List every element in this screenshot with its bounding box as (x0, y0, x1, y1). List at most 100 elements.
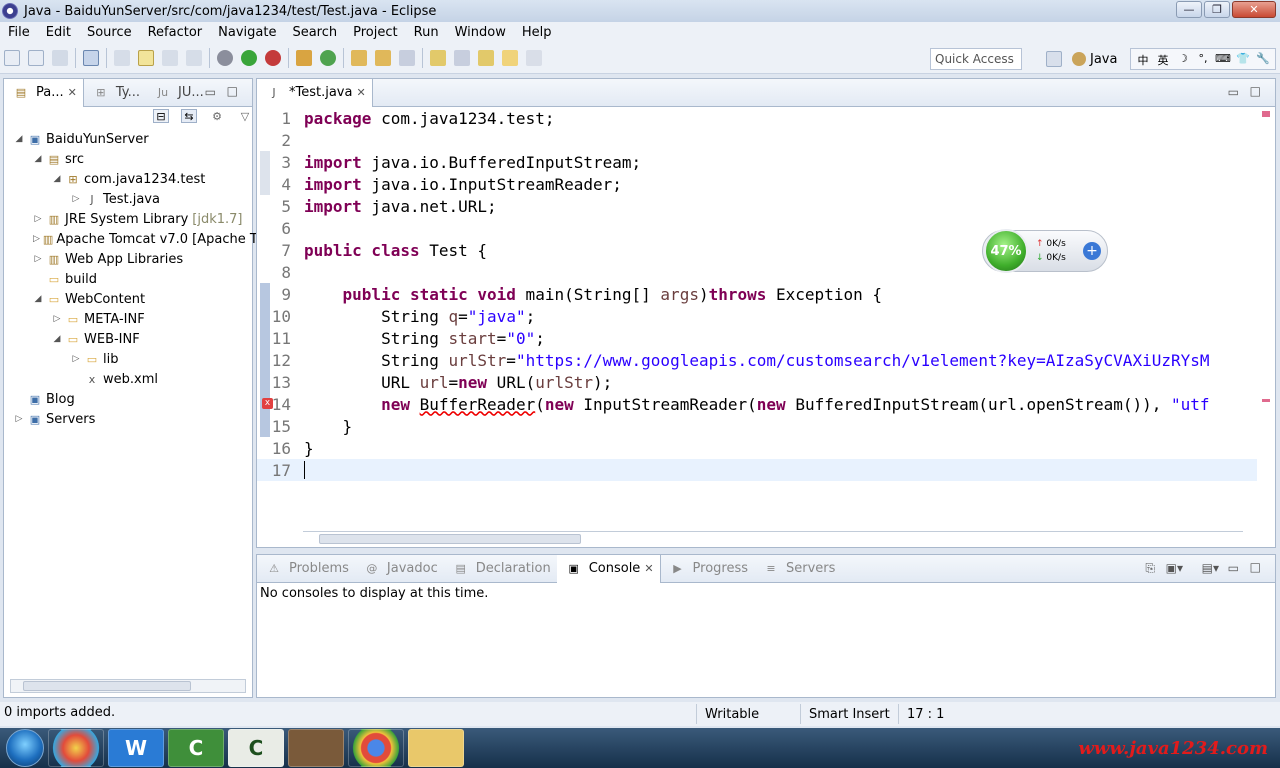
code-line[interactable]: 4 import java.io.InputStreamReader; (257, 173, 1257, 195)
show-whitespace-icon[interactable] (186, 49, 202, 66)
fold-marker[interactable] (260, 327, 270, 349)
collapsed-arrow-icon[interactable]: ▷ (71, 194, 81, 204)
error-icon[interactable]: x (262, 398, 273, 409)
code-line[interactable]: x 14 new BufferReader(new InputStreamRead… (257, 393, 1257, 415)
new-java-project-icon[interactable] (296, 49, 312, 66)
view-menu-icon[interactable]: ▽ (237, 109, 253, 123)
start-button[interactable] (6, 729, 44, 767)
scroll-thumb[interactable] (23, 681, 191, 691)
menu-project[interactable]: Project (345, 25, 405, 40)
tree-item[interactable]: ◢ ▭ WEB-INF (4, 329, 252, 349)
tree-item[interactable]: ▣ Blog (4, 389, 252, 409)
menu-run[interactable]: Run (406, 25, 447, 40)
open-type-icon[interactable] (351, 49, 367, 66)
collapse-all-icon[interactable]: ⊟ (153, 109, 169, 123)
pin-console-icon[interactable]: ⎘ (1145, 561, 1155, 576)
minimize-view-icon[interactable]: ▭ (1228, 85, 1239, 99)
code-line[interactable]: 8 (257, 261, 1257, 283)
tree-item[interactable]: ▭ build (4, 269, 252, 289)
ime-keyboard-icon[interactable]: ⌨ (1215, 52, 1231, 66)
menu-edit[interactable]: Edit (38, 25, 79, 40)
code-line[interactable]: 6 (257, 217, 1257, 239)
collapsed-arrow-icon[interactable]: ▷ (52, 314, 62, 324)
open-console-dropdown-icon[interactable]: ▤▾ (1202, 561, 1219, 575)
code-line[interactable]: 2 (257, 129, 1257, 151)
ime-punct-icon[interactable]: °, (1195, 52, 1211, 66)
collapsed-arrow-icon[interactable]: ▷ (33, 234, 40, 244)
code-line[interactable]: 3 import java.io.BufferedInputStream; (257, 151, 1257, 173)
tree-item[interactable]: ▷ ▥ Web App Libraries (4, 249, 252, 269)
tree-item[interactable]: x web.xml (4, 369, 252, 389)
expanded-arrow-icon[interactable]: ◢ (52, 334, 62, 344)
ime-chinese-icon[interactable]: 中 (1135, 52, 1151, 67)
ime-english-icon[interactable]: 英 (1155, 52, 1171, 67)
save-icon[interactable] (28, 49, 44, 66)
close-tab-icon[interactable]: ✕ (644, 562, 653, 575)
collapsed-arrow-icon[interactable]: ▷ (14, 414, 24, 424)
block-selection-icon[interactable] (162, 49, 178, 66)
tree-item[interactable]: ▷ ▥ Apache Tomcat v7.0 [Apache To (4, 229, 264, 249)
scroll-thumb[interactable] (319, 534, 581, 544)
ime-moon-icon[interactable]: ☽ (1175, 52, 1191, 66)
media-player-icon[interactable] (48, 729, 104, 767)
tree-item[interactable]: ◢ ▤ src (4, 149, 252, 169)
tree-item[interactable]: ▷ ▭ lib (4, 349, 252, 369)
fold-marker[interactable] (260, 173, 270, 195)
menu-navigate[interactable]: Navigate (210, 25, 284, 40)
maximize-view-icon[interactable]: □ (227, 84, 238, 98)
tab-package-explorer[interactable]: ▤ Pa... ✕ (4, 78, 84, 107)
code-line[interactable]: 16} (257, 437, 1257, 459)
forward-arrow-icon[interactable] (526, 49, 542, 66)
menu-window[interactable]: Window (447, 25, 514, 40)
word-app-button[interactable]: W (108, 729, 164, 767)
error-marker-overview[interactable] (1262, 399, 1270, 402)
ime-skin-icon[interactable]: 👕 (1235, 52, 1251, 66)
code-line[interactable]: 17 (257, 459, 1257, 481)
minimize-button[interactable]: — (1176, 1, 1202, 18)
fold-marker[interactable] (260, 415, 270, 437)
fold-marker[interactable] (260, 371, 270, 393)
debug-icon[interactable] (217, 49, 233, 66)
new-icon[interactable] (4, 49, 20, 66)
expanded-arrow-icon[interactable]: ◢ (14, 134, 24, 144)
new-class-icon[interactable] (320, 49, 336, 66)
fold-marker[interactable] (260, 305, 270, 327)
fold-marker[interactable] (260, 283, 270, 305)
tab-test-java[interactable]: J *Test.java ✕ (257, 78, 373, 107)
tab-progress[interactable]: ▶ Progress (661, 555, 754, 583)
toggle-mark-icon[interactable] (114, 49, 130, 66)
tree-item[interactable]: ▷ ▥ JRE System Library [jdk1.7] (4, 209, 252, 229)
camtasia-recorder-button[interactable]: C (228, 729, 284, 767)
next-annotation-icon[interactable] (430, 49, 446, 66)
code-line[interactable]: 13 URL url=new URL(urlStr); (257, 371, 1257, 393)
menu-search[interactable]: Search (284, 25, 345, 40)
highlight-icon[interactable] (138, 49, 154, 66)
code-line[interactable]: 11 String start="0"; (257, 327, 1257, 349)
minimize-view-icon[interactable]: ▭ (205, 85, 216, 99)
maximize-view-icon[interactable]: □ (1250, 84, 1261, 98)
close-button[interactable]: ✕ (1232, 1, 1276, 18)
save-all-icon[interactable] (52, 49, 68, 66)
open-console-icon[interactable] (83, 49, 99, 66)
external-tools-icon[interactable] (265, 49, 281, 66)
display-console-icon[interactable]: ▣▾ (1166, 561, 1183, 575)
code-area[interactable]: 1 package com.java1234.test; 2 3 import java… (257, 107, 1275, 531)
close-tab-icon[interactable]: ✕ (356, 86, 365, 99)
code-line[interactable]: 5 import java.net.URL; (257, 195, 1257, 217)
code-line[interactable]: 9 public static void main(String[] args)… (257, 283, 1257, 305)
tree-item[interactable]: ◢ ▣ BaiduYunServer (4, 129, 252, 149)
accelerate-button[interactable]: + (1083, 242, 1101, 260)
maximize-view-icon[interactable]: □ (1250, 560, 1261, 574)
fold-marker[interactable] (260, 151, 270, 173)
focus-icon[interactable]: ⚙ (209, 109, 225, 123)
java-perspective-button[interactable]: Java (1072, 52, 1117, 67)
open-folder-icon[interactable] (375, 49, 391, 66)
code-line[interactable]: 10 String q="java"; (257, 305, 1257, 327)
expanded-arrow-icon[interactable]: ◢ (33, 294, 43, 304)
ide-app-button[interactable] (288, 729, 344, 767)
tree-item[interactable]: ▷ ▣ Servers (4, 409, 252, 429)
menu-source[interactable]: Source (79, 25, 140, 40)
search-icon[interactable] (399, 49, 415, 66)
fold-marker[interactable] (260, 349, 270, 371)
tab-servers[interactable]: ≡ Servers (754, 555, 841, 583)
